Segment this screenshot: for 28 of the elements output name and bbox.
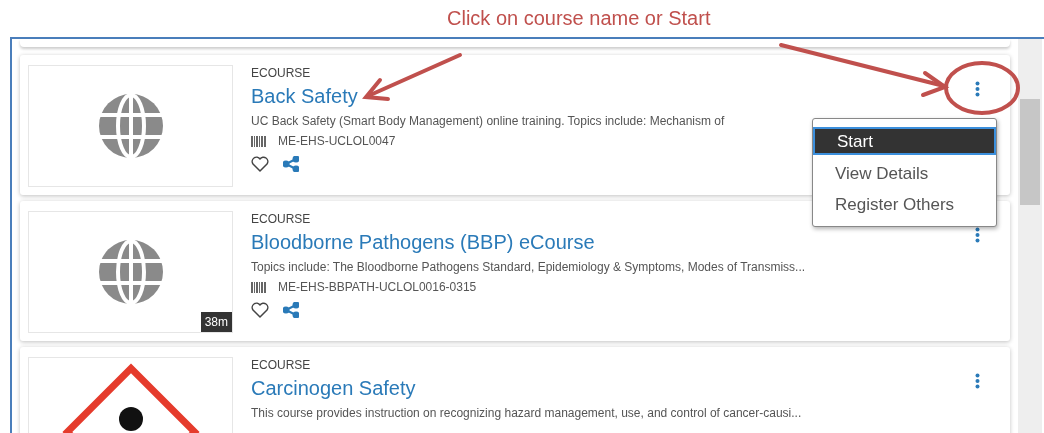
course-type: ECOURSE bbox=[251, 66, 311, 80]
scrollbar-thumb[interactable] bbox=[1020, 99, 1040, 205]
more-options-icon[interactable] bbox=[975, 81, 980, 97]
course-code: ME-EHS-BBPATH-UCLOL0016-0315 bbox=[278, 280, 477, 294]
menu-item[interactable]: Start bbox=[813, 127, 996, 155]
globe-icon bbox=[97, 93, 164, 159]
course-description: UC Back Safety (Smart Body Management) online training. Topics include: Mechanism of bbox=[251, 114, 725, 128]
heart-icon[interactable] bbox=[251, 156, 269, 172]
annotation-text: Click on course name or Start bbox=[447, 7, 711, 30]
course-description: This course provides instruction on recognizing hazard management, use, and control of cancer-causi... bbox=[251, 406, 802, 420]
heart-icon[interactable] bbox=[251, 302, 269, 318]
course-type: ECOURSE bbox=[251, 358, 311, 372]
course-type: ECOURSE bbox=[251, 212, 311, 226]
course-description: Topics include: The Bloodborne Pathogens Standard, Epidemiology & Symptoms, Modes of Transmiss... bbox=[251, 260, 806, 274]
globe-icon bbox=[97, 239, 164, 305]
menu-item[interactable]: Register Others bbox=[813, 189, 996, 220]
course-title-link[interactable]: Back Safety bbox=[251, 85, 358, 108]
course-title-link[interactable]: Carcinogen Safety bbox=[251, 377, 416, 400]
more-options-icon[interactable] bbox=[975, 373, 980, 389]
course-title-link[interactable]: Bloodborne Pathogens (BBP) eCourse bbox=[251, 231, 595, 254]
menu-item[interactable]: View Details bbox=[813, 158, 996, 189]
barcode-icon bbox=[251, 281, 266, 293]
course-code: ME-EHS-UCLOL0047 bbox=[278, 134, 396, 148]
share-icon[interactable] bbox=[283, 156, 299, 172]
barcode-icon bbox=[251, 135, 266, 147]
more-options-icon[interactable] bbox=[975, 227, 980, 243]
share-icon[interactable] bbox=[283, 302, 299, 318]
duration-badge: 38m bbox=[200, 312, 232, 332]
